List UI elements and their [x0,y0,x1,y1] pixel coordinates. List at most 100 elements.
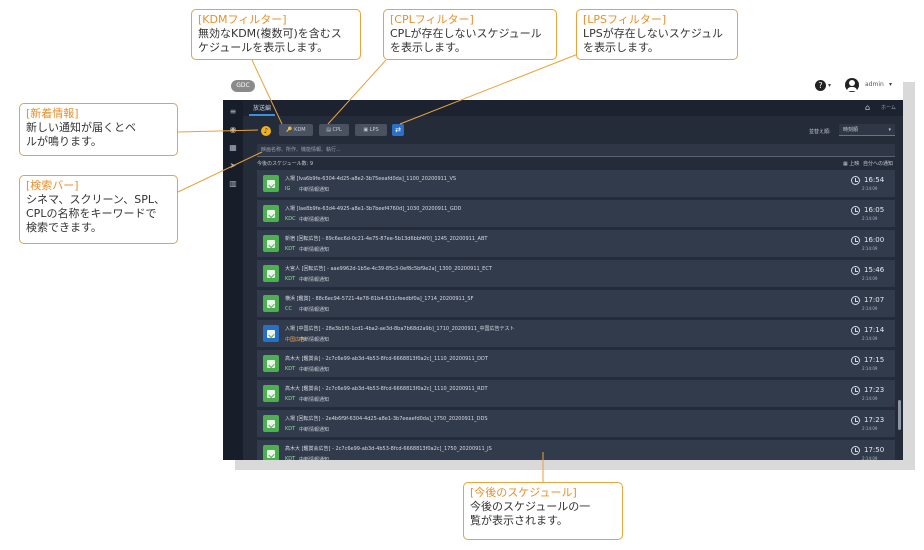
schedule-duration: 2:14:09 [862,426,878,431]
schedule-time: 15:46 [864,266,885,274]
calendar-check-icon [263,235,279,252]
clock-icon [851,266,860,275]
schedule-row[interactable]: 高木大 [鑑賞会] - 2c7c6e99-ab3d-4b53-8fcd-6668… [257,350,895,377]
schedule-time: 17:14 [864,326,885,334]
schedule-time: 16:54 [864,176,885,184]
callout-body: 無効なKDM(複数可)を含むス ケジュールを表示します。 [198,27,342,54]
schedule-title: 高木大 [鑑賞会] - 2c7c6e99-ab3d-4b53-8fcd-6668… [285,386,488,392]
calendar-icon[interactable]: ▦ [229,144,237,152]
schedule-status: 中断情報通知 [299,247,330,253]
callout-notice: [新着情報] 新しい通知が届くとベ ルが鳴ります。 [19,103,178,156]
schedule-tag: KDT [285,396,296,402]
calendar-check-icon [263,295,279,312]
clock-icon [851,176,860,185]
schedule-row[interactable]: 新宿 [回転広告] - 89c6ec6d-0c21-4e75-87ee-5b13… [257,230,895,257]
callout-body: LPSが存在しないスケジュル を表示します。 [583,27,723,54]
bell-icon[interactable]: ♪ [261,126,271,136]
schedule-duration: 2:14:09 [862,216,878,221]
schedule-duration: 2:14:09 [862,366,878,371]
calendar-check-icon [263,415,279,432]
schedule-list: 入場 [Iva6b9fe-6304-4d25-a8e2-3b75eeafd0da… [257,170,895,460]
schedule-tag: KDT [285,426,296,432]
scrollbar[interactable] [898,400,901,430]
tab-schedule[interactable]: 放送編 [253,103,271,112]
schedule-row[interactable]: 入場 [中国広告] - 28e3b1f0-1cd1-4ba2-ae3d-8ba7… [257,320,895,347]
schedule-row[interactable]: 入場 [Iae8b9fe-63d4-4925-a8e1-3b7beef4760d… [257,200,895,227]
avatar[interactable] [845,78,859,92]
schedule-time: 17:50 [864,446,885,454]
calendar-check-icon [263,355,279,372]
schedule-time: 16:05 [864,206,885,214]
schedule-duration: 2:14:09 [862,246,878,251]
stats-icon[interactable]: ▥ [229,180,237,188]
schedule-tag: KDC [285,216,296,222]
swap-icon[interactable]: ⇄ [392,124,404,136]
schedule-time: 16:00 [864,236,885,244]
callout-title: [検索バー] [26,179,79,192]
callout-body: 新しい通知が届くとベ ルが鳴ります。 [26,121,136,148]
schedule-row[interactable]: 大宮人 [回転広告] - aae9962d-1b5e-4c39-85c3-0ef… [257,260,895,287]
user-name[interactable]: admin [865,81,884,88]
callout-title: [LPSフィルター] [583,13,667,26]
cpl-filter-button[interactable]: ▤ CPL [319,124,349,136]
callout-upcoming: [今後のスケジュール] 今後のスケジュールの一 覧が表示されます。 [463,482,623,540]
schedule-status: 中断情報通知 [299,337,330,343]
calendar-check-icon [263,265,279,282]
schedule-status: 中断情報通知 [299,217,330,223]
schedule-duration: 2:14:09 [862,396,878,401]
send-icon[interactable]: ➤ [229,162,237,170]
schedule-tag: KDT [285,456,296,460]
schedule-tag: KDT [285,246,296,252]
schedule-status: 中断情報通知 [299,457,330,460]
tab-underline [249,114,275,116]
schedule-row[interactable]: 入場 [回転広告] - 2e4b6f9f-6304-4d25-a8e1-3b7e… [257,410,895,437]
home-link[interactable]: ホーム [881,104,896,111]
sort-select[interactable]: 時刻順 ▾ [839,124,895,136]
list-option-screen[interactable]: ▦ 上映 [843,160,859,167]
callout-title: [KDMフィルター] [198,13,287,26]
schedule-status: 中断情報通知 [299,307,330,313]
calendar-check-icon [263,325,279,342]
schedule-title: 大宮人 [回転広告] - aae9962d-1b5e-4c39-85c3-0ef… [285,266,492,272]
schedule-duration: 2:14:09 [862,276,878,281]
schedule-status: 中断情報通知 [299,397,330,403]
clock-icon [851,446,860,455]
search-input[interactable] [261,144,861,156]
dashboard-icon[interactable]: ◉ [229,126,237,134]
schedule-status: 中断情報通知 [299,427,330,433]
chevron-down-icon[interactable]: ▾ [828,82,831,89]
schedule-title: 新宿 [回転広告] - 89c6ec6d-0c21-4e75-87ee-5b13… [285,236,488,242]
calendar-check-icon [263,175,279,192]
schedule-row[interactable]: 横浜 [鑑賞] - 88c6ec94-5721-4e78-81b4-631cfe… [257,290,895,317]
callout-body: CPLが存在しないスケジュール を表示します。 [390,27,542,54]
clock-icon [851,356,860,365]
schedule-duration: 2:14:09 [862,456,878,460]
chevron-down-icon[interactable]: ▾ [889,81,892,88]
schedule-title: 入場 [回転広告] - 2e4b6f9f-6304-4d25-a8e1-3b7e… [285,416,488,422]
calendar-check-icon [263,205,279,222]
clock-icon [851,296,860,305]
search-bar [257,144,895,157]
main-content: 放送編 ⌂ ホーム ♪ 🔑 KDM ▤ CPL ▣ LPS ⇄ 並替え順: 時刻… [243,100,903,460]
tab-bar: 放送編 ⌂ ホーム [243,100,903,116]
schedule-row[interactable]: 高木大 [鑑賞会] - 2c7c6e99-ab3d-4b53-8fcd-6668… [257,380,895,407]
top-bar: GDC ? ▾ admin ▾ [223,72,903,101]
callout-kdm-filter: [KDMフィルター] 無効なKDM(複数可)を含むス ケジュールを表示します。 [191,9,361,60]
lps-filter-button[interactable]: ▣ LPS [355,124,387,136]
home-icon[interactable]: ⌂ [865,103,870,112]
schedule-title: 横浜 [鑑賞] - 88c6ec94-5721-4e78-81b4-631cfe… [285,296,474,302]
callout-cpl-filter: [CPLフィルター] CPLが存在しないスケジュール を表示します。 [383,9,557,60]
menu-icon[interactable]: ≡ [229,108,237,116]
app-logo: GDC [231,80,255,92]
schedule-title: 入場 [Iva6b9fe-6304-4d25-a8e2-3b75eeafd0da… [285,176,457,182]
clock-icon [851,326,860,335]
kdm-filter-button[interactable]: 🔑 KDM [279,124,313,136]
schedule-row[interactable]: 入場 [Iva6b9fe-6304-4d25-a8e2-3b75eeafd0da… [257,170,895,197]
app-window: GDC ? ▾ admin ▾ ≡ ◉ ▦ ➤ ▥ 放送編 ⌂ ホーム ♪ 🔑 … [223,72,903,460]
question-circle-icon[interactable]: ? [815,80,826,91]
schedule-row[interactable]: 高木大 [鑑賞会広告] - 2c7c6e99-ab3d-4b53-8fcd-66… [257,440,895,460]
callout-title: [今後のスケジュール] [470,486,577,499]
callout-search: [検索バー] シネマ、スクリーン、SPL、 CPLの名称をキーワードで 検索でき… [19,175,178,244]
list-option-notify[interactable]: 自分への通知 [863,160,893,167]
calendar-check-icon [263,385,279,402]
